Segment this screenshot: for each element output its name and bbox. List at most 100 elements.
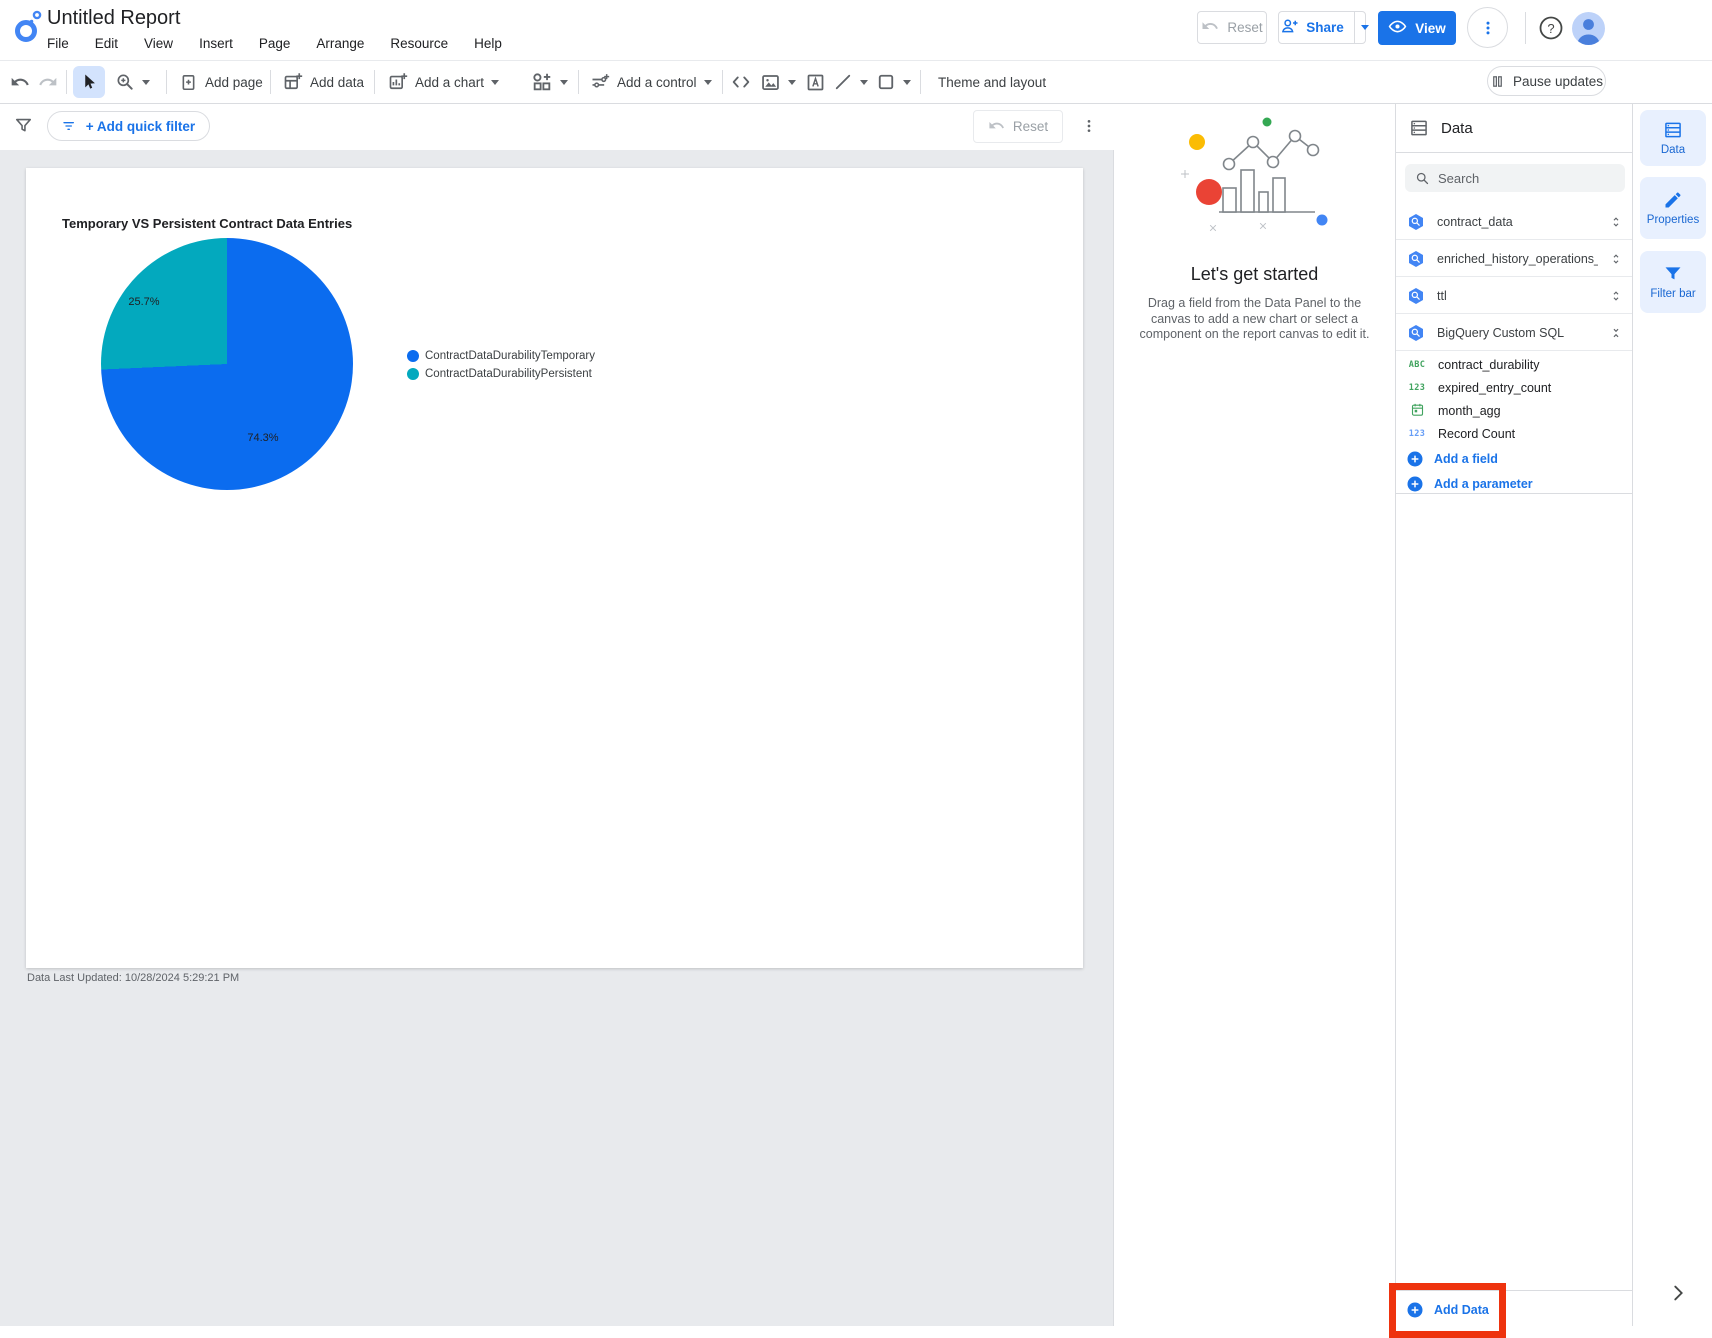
add-quick-filter-button[interactable]: + Add quick filter xyxy=(47,111,210,141)
add-data-button[interactable]: Add data xyxy=(283,61,364,103)
pause-icon xyxy=(1493,75,1502,87)
cursor-icon xyxy=(85,74,95,89)
search-input[interactable] xyxy=(1438,170,1608,186)
add-data-button-bottom[interactable]: Add Data xyxy=(1396,1297,1633,1322)
add-control-button[interactable]: Add a control xyxy=(590,61,712,103)
collapse-panel-chevron[interactable] xyxy=(1667,1282,1689,1304)
text-button[interactable] xyxy=(805,61,826,103)
data-panel: Data contract_data enriched_history_oper… xyxy=(1395,104,1633,1326)
chevron-down-icon xyxy=(491,79,500,85)
shape-tool-button[interactable] xyxy=(876,61,911,103)
filter-reset-button[interactable]: Reset xyxy=(973,110,1063,143)
help-button[interactable]: ? xyxy=(1538,15,1564,41)
menu-view[interactable]: View xyxy=(144,36,173,51)
filter-list-icon xyxy=(63,122,74,130)
metric-number-type-icon: 123 xyxy=(1408,428,1426,439)
menu-arrange[interactable]: Arrange xyxy=(316,36,364,51)
tab-properties[interactable]: Properties xyxy=(1640,177,1706,239)
unfold-more-icon[interactable] xyxy=(1609,289,1623,303)
header-more-options-button[interactable] xyxy=(1467,7,1508,48)
field-row[interactable]: 123 expired_entry_count xyxy=(1396,376,1633,399)
plus-circle-icon xyxy=(1407,476,1423,491)
data-table-icon xyxy=(1411,120,1427,136)
data-source-row-expanded[interactable]: BigQuery Custom SQL xyxy=(1396,315,1633,351)
add-data-icon xyxy=(284,73,303,90)
person-add-icon xyxy=(1281,17,1299,38)
text-type-icon: ABC xyxy=(1408,359,1426,370)
legend-item: ContractDataDurabilityTemporary xyxy=(407,349,595,363)
line-icon xyxy=(835,74,851,90)
data-source-row[interactable]: enriched_history_operations_sorob... xyxy=(1396,241,1633,277)
svg-text:?: ? xyxy=(1547,21,1554,36)
tab-filter-bar[interactable]: Filter bar xyxy=(1640,251,1706,313)
calendar-type-icon xyxy=(1406,402,1428,420)
filter-bar-more-options[interactable] xyxy=(1080,113,1098,139)
data-panel-search[interactable] xyxy=(1405,164,1625,192)
add-page-icon xyxy=(182,74,195,90)
field-row[interactable]: 123 Record Count xyxy=(1396,422,1633,445)
menu-file[interactable]: File xyxy=(47,36,69,51)
share-button[interactable]: Share xyxy=(1278,11,1369,44)
zoom-tool-button[interactable] xyxy=(115,61,150,103)
image-icon xyxy=(762,74,779,90)
undo-button[interactable] xyxy=(10,61,30,103)
text-box-icon xyxy=(807,74,824,90)
bigquery-icon xyxy=(1409,213,1423,230)
rectangle-icon xyxy=(878,74,894,90)
view-button[interactable]: View xyxy=(1378,11,1456,45)
menu-page[interactable]: Page xyxy=(259,36,291,51)
data-panel-header: Data xyxy=(1396,104,1633,153)
community-visualizations-button[interactable] xyxy=(531,61,568,103)
zoom-in-icon xyxy=(117,74,133,90)
getting-started-heading: Let's get started xyxy=(1190,264,1319,284)
undo-icon xyxy=(1201,17,1219,38)
toolbar-divider xyxy=(270,70,271,94)
field-row[interactable]: ABC contract_durability xyxy=(1396,353,1633,376)
menu-insert[interactable]: Insert xyxy=(199,36,233,51)
pie-chart[interactable] xyxy=(101,238,353,490)
toolbar-divider xyxy=(920,70,921,94)
menu-edit[interactable]: Edit xyxy=(95,36,118,51)
report-title[interactable]: Untitled Report xyxy=(47,7,180,30)
data-last-updated-text: Data Last Updated: 10/28/2024 5:29:21 PM xyxy=(27,972,240,984)
header-reset-button[interactable]: Reset xyxy=(1197,11,1267,44)
looker-studio-logo xyxy=(13,8,43,44)
share-dropdown[interactable] xyxy=(1353,12,1375,43)
add-chart-button[interactable]: Add a chart xyxy=(388,61,500,103)
looker-studio-app: Untitled Report File Edit View Insert Pa… xyxy=(0,0,1712,1338)
add-page-button[interactable]: Add page xyxy=(179,61,263,103)
add-a-field-button[interactable]: Add a field xyxy=(1396,446,1633,471)
chevron-down-icon xyxy=(903,79,911,85)
right-panel-tabs: Data Properties Filter bar xyxy=(1632,104,1712,1326)
search-icon xyxy=(1416,172,1429,184)
menu-resource[interactable]: Resource xyxy=(390,36,448,51)
getting-started-panel: Let's get started Drag a field from the … xyxy=(1114,104,1395,1326)
select-tool-button[interactable] xyxy=(73,61,105,103)
report-page[interactable]: Temporary VS Persistent Contract Data En… xyxy=(26,168,1083,968)
toolbar-divider xyxy=(66,70,67,94)
toolbar-divider xyxy=(578,70,579,94)
add-control-icon xyxy=(592,74,610,88)
data-source-row[interactable]: ttl xyxy=(1396,278,1633,314)
tab-data[interactable]: Data xyxy=(1640,110,1706,166)
pause-updates-button[interactable]: Pause updates xyxy=(1487,66,1606,96)
menu-help[interactable]: Help xyxy=(474,36,502,51)
line-tool-button[interactable] xyxy=(833,61,868,103)
unfold-more-icon[interactable] xyxy=(1609,215,1623,229)
embed-button[interactable] xyxy=(730,61,752,103)
undo-icon xyxy=(988,117,1005,137)
unfold-less-icon[interactable] xyxy=(1609,326,1623,340)
theme-and-layout-button[interactable]: Theme and layout xyxy=(938,61,1046,103)
image-button[interactable] xyxy=(760,61,796,103)
eye-icon xyxy=(1388,17,1407,39)
user-avatar[interactable] xyxy=(1572,12,1605,45)
pencil-icon xyxy=(1665,192,1681,208)
chevron-right-icon xyxy=(1674,1285,1683,1301)
redo-button[interactable] xyxy=(38,61,58,103)
unfold-more-icon[interactable] xyxy=(1609,252,1623,266)
bigquery-icon xyxy=(1409,250,1423,267)
report-canvas-area: Temporary VS Persistent Contract Data En… xyxy=(0,150,1114,1326)
plus-circle-icon xyxy=(1407,451,1423,466)
data-source-row[interactable]: contract_data xyxy=(1396,204,1633,240)
field-row[interactable]: month_agg xyxy=(1396,399,1633,422)
